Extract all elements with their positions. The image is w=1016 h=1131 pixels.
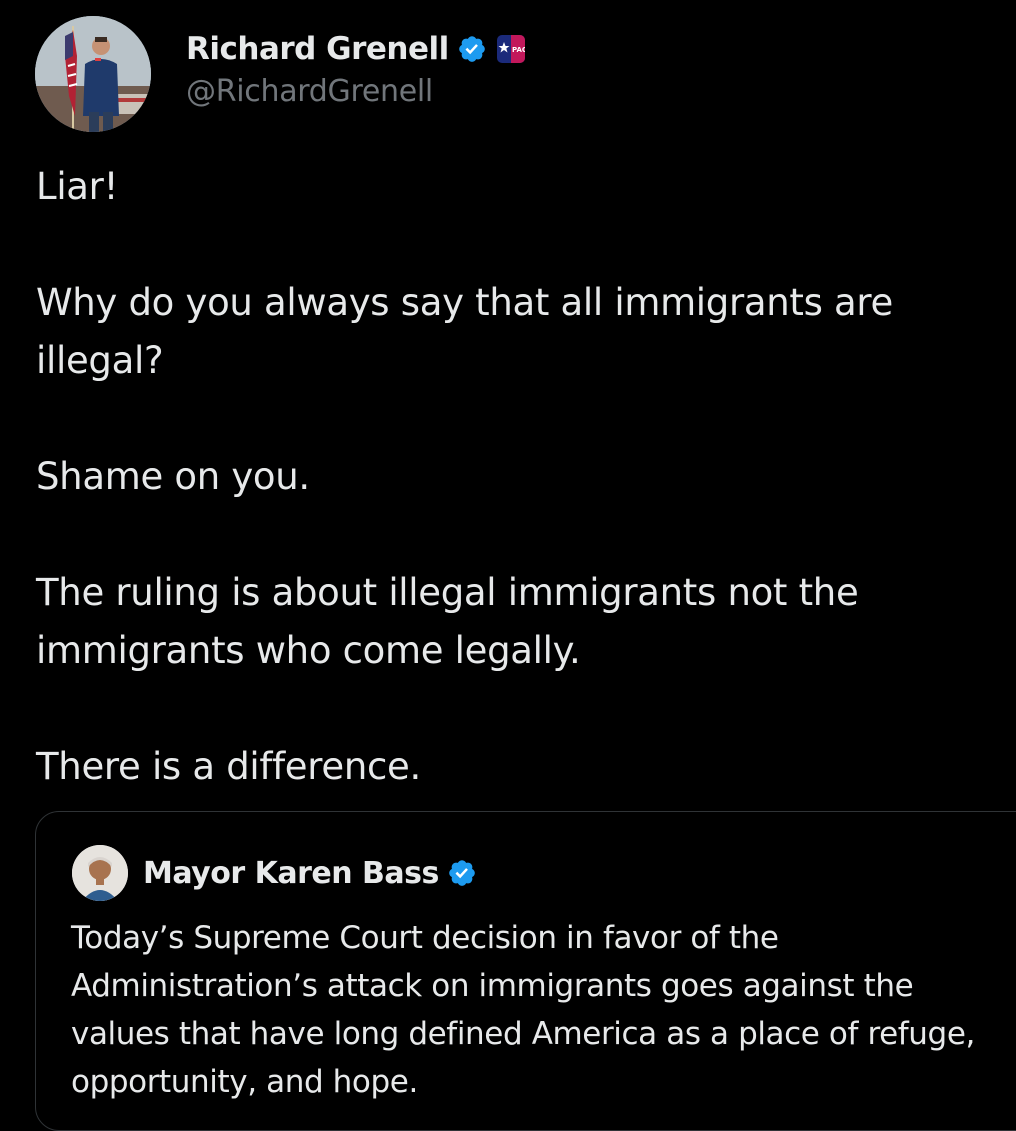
quoted-tweet-text: Today’s Supreme Court decision in favor … <box>71 920 975 1100</box>
verified-badge-icon[interactable] <box>447 858 477 888</box>
cpac-affiliation-icon[interactable]: PAC <box>496 35 525 63</box>
verified-badge-icon[interactable] <box>457 34 487 64</box>
author-block: Richard Grenell PAC @RichardGrenell <box>186 26 525 109</box>
tweet-paragraph: There is a difference. <box>36 745 421 788</box>
author-avatar[interactable] <box>35 16 151 132</box>
author-display-name[interactable]: Richard Grenell <box>186 31 449 67</box>
tweet-paragraph: The ruling is about illegal immigrants n… <box>36 571 859 672</box>
tweet-text: Liar! Why do you always say that all imm… <box>36 158 996 796</box>
tweet-paragraph: Why do you always say that all immigrant… <box>36 281 893 382</box>
svg-text:PAC: PAC <box>512 46 525 54</box>
quoted-author-display-name[interactable]: Mayor Karen Bass <box>143 856 439 891</box>
tweet-paragraph: Liar! <box>36 165 119 208</box>
quoted-tweet-card[interactable]: Mayor Karen Bass Today’s Supreme Court d… <box>35 811 1016 1131</box>
tweet: Richard Grenell PAC @RichardGrenell Liar… <box>0 0 1016 1131</box>
quoted-author-avatar[interactable] <box>72 845 128 901</box>
author-handle[interactable]: @RichardGrenell <box>186 74 525 109</box>
quoted-author-name-row: Mayor Karen Bass <box>143 852 477 894</box>
tweet-paragraph: Shame on you. <box>36 455 310 498</box>
author-name-row: Richard Grenell PAC <box>186 26 525 72</box>
